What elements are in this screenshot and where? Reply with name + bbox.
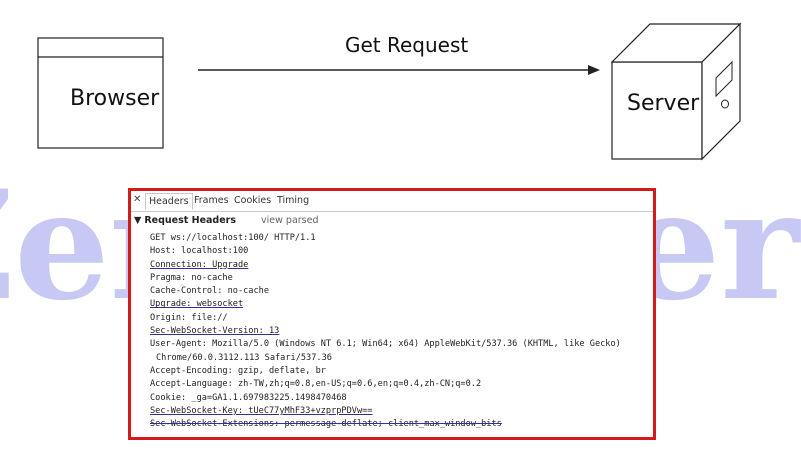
request-headers-title: Request Headers [144,215,236,226]
request-header-lines: GET ws://localhost:100/ HTTP/1.1 Host: l… [150,232,621,431]
request-headers-section[interactable]: ▼ Request Headers view parsed [134,215,319,226]
view-parsed-link[interactable]: view parsed [261,215,318,226]
tab-frames[interactable]: Frames [191,193,232,208]
server-label: Server [627,91,700,116]
request-diagram: Browser Get Request Server [0,0,801,190]
tab-headers[interactable]: Headers [145,193,193,210]
header-line-accept-encoding: Accept-Encoding: gzip, deflate, br [150,365,326,376]
header-line-cache-control: Cache-Control: no-cache [150,286,269,297]
devtools-headers-panel: ✕ Headers Frames Cookies Timing ▼ Reques… [128,188,656,440]
tab-timing[interactable]: Timing [274,193,312,208]
header-line-request: GET ws://localhost:100/ HTTP/1.1 [150,233,316,243]
header-line-cookie: Cookie: _ga=GA1.1.697983225.1498470468 [150,392,347,403]
header-line-upgrade: Upgrade: websocket [150,299,244,310]
header-line-ws-extensions: Sec-WebSocket-Extensions: permessage-def… [150,419,502,430]
header-line-pragma: Pragma: no-cache [150,272,233,283]
header-line-origin: Origin: file:// [150,312,228,323]
collapse-triangle-icon[interactable]: ▼ [134,215,141,226]
request-arrow [198,65,600,75]
devtools-tabbar: ✕ Headers Frames Cookies Timing [131,191,653,212]
header-line-ws-key: Sec-WebSocket-Key: tUeC77yMhF33+vzprpPDV… [150,405,373,416]
header-line-connection: Connection: Upgrade [150,259,249,270]
get-request-label: Get Request [345,33,469,57]
browser-label: Browser [70,86,160,111]
close-icon[interactable]: ✕ [133,194,141,205]
header-line-user-agent: User-Agent: Mozilla/5.0 (Windows NT 6.1;… [150,339,621,350]
tab-cookies[interactable]: Cookies [231,193,274,208]
header-line-ws-version: Sec-WebSocket-Version: 13 [150,326,280,337]
header-line-host: Host: localhost:100 [150,246,249,257]
header-line-accept-language: Accept-Language: zh-TW,zh;q=0.8,en-US;q=… [150,379,482,390]
header-line-user-agent-cont: Chrome/60.0.3112.113 Safari/537.36 [156,352,332,363]
